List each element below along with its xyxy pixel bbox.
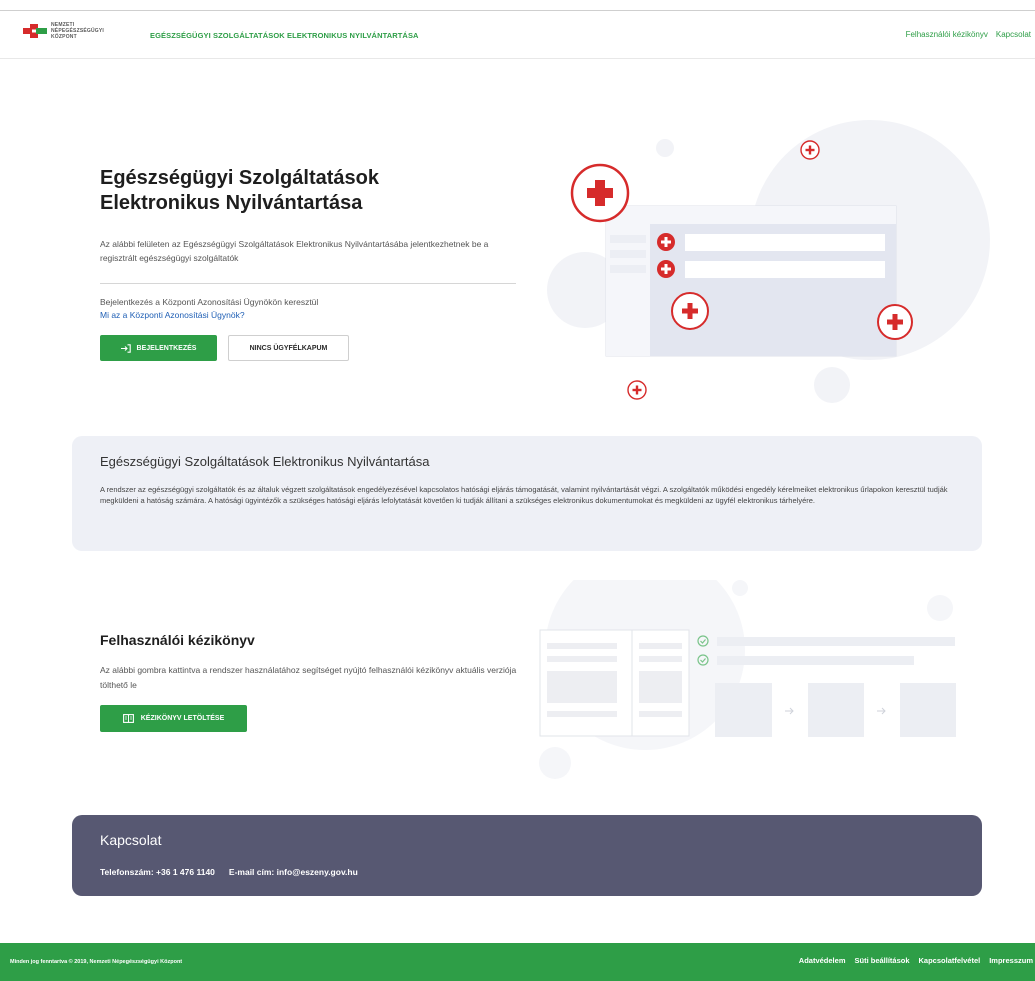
manual-title: Felhasználói kézikönyv [100, 632, 255, 648]
contact-phone: Telefonszám: +36 1 476 1140 [100, 867, 215, 877]
footer-link-imprint[interactable]: Impresszum [989, 956, 1033, 965]
manual-description: Az alábbi gombra kattintva a rendszer ha… [100, 665, 517, 690]
hero-title: Egészségügyi Szolgáltatások Elektronikus… [100, 167, 379, 214]
contact-email[interactable]: E-mail cím: info@eszeny.gov.hu [229, 867, 358, 877]
contact-panel: Kapcsolat Telefonszám: +36 1 476 1140 E-… [72, 815, 982, 896]
login-button-label: BEJELENTKEZÉS [136, 344, 197, 352]
contact-title: Kapcsolat [100, 832, 162, 848]
logo-text: NEMZETI NÉPEGÉSZSÉGÜGYI KÖZPONT [51, 22, 104, 40]
hero-divider [100, 283, 516, 284]
download-manual-label: KÉZIKÖNYV LETÖLTÉSE [140, 715, 225, 722]
hero-description: Az alábbi felületen az Egészségügyi Szol… [100, 239, 489, 263]
info-text: A rendszer az egészségügyi szolgáltatók … [100, 485, 948, 505]
contact-details: Telefonszám: +36 1 476 1140 E-mail cím: … [100, 867, 358, 877]
nnk-logo[interactable]: NEMZETI NÉPEGÉSZSÉGÜGYI KÖZPONT [23, 22, 104, 40]
hero-illustration [547, 120, 990, 403]
no-client-gate-button[interactable]: NINCS ÜGYFÉLKAPUM [228, 335, 349, 361]
copyright-text: Minden jog fenntartva © 2019, Nemzeti Né… [10, 959, 183, 965]
download-manual-button[interactable]: KÉZIKÖNYV LETÖLTÉSE [100, 705, 247, 732]
top-nav: Felhasználói kézikönyv Kapcsolat [906, 30, 1031, 39]
site-header: NEMZETI NÉPEGÉSZSÉGÜGYI KÖZPONT EGÉSZSÉG… [0, 11, 1035, 59]
login-button[interactable]: BEJELENTKEZÉS [100, 335, 217, 361]
site-footer: Minden jog fenntartva © 2019, Nemzeti Né… [0, 943, 1035, 981]
book-icon [122, 714, 134, 723]
footer-link-contact[interactable]: Kapcsolatfelvétel [919, 956, 981, 965]
login-icon [120, 343, 131, 353]
nav-manual-link[interactable]: Felhasználói kézikönyv [906, 30, 988, 39]
info-title: Egészségügyi Szolgáltatások Elektronikus… [100, 454, 430, 469]
logo-line: KÖZPONT [51, 34, 77, 40]
footer-links: Adatvédelem Süti beállítások Kapcsolatfe… [799, 956, 1033, 965]
kau-info-link[interactable]: Mi az a Központi Azonosítási Ügynök? [100, 310, 245, 320]
footer-link-cookies[interactable]: Süti beállítások [854, 956, 909, 965]
info-panel: Egészségügyi Szolgáltatások Elektronikus… [72, 436, 982, 551]
login-via-text: Bejelentkezés a Központi Azonosítási Ügy… [100, 297, 319, 307]
logo-cross-icon [23, 24, 47, 38]
footer-link-privacy[interactable]: Adatvédelem [799, 956, 846, 965]
medical-cross-icon [570, 163, 630, 223]
manual-illustration [539, 580, 956, 779]
nav-contact-link[interactable]: Kapcsolat [996, 30, 1031, 39]
app-title[interactable]: EGÉSZSÉGÜGYI SZOLGÁLTATÁSOK ELEKTRONIKUS… [150, 31, 419, 40]
